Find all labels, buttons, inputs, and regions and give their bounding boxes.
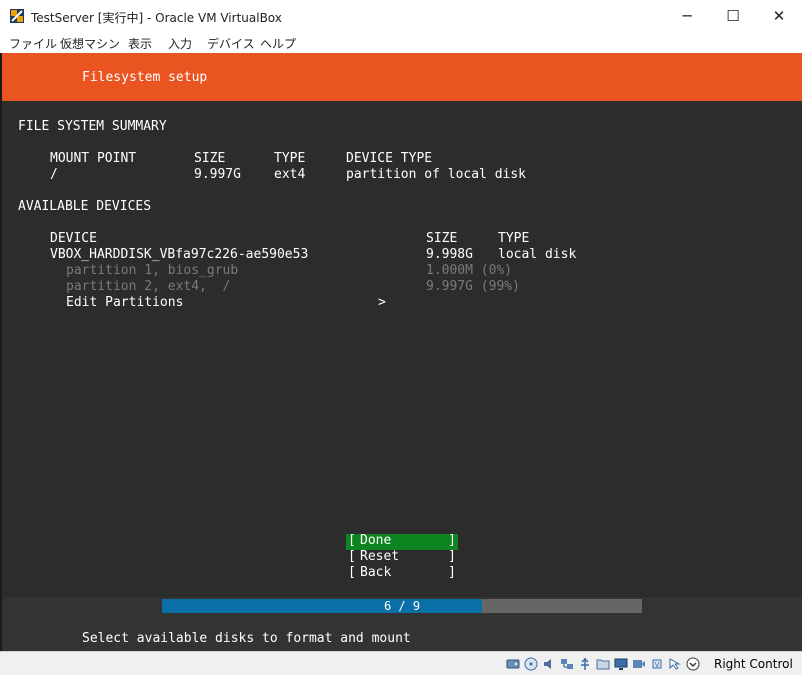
installer-title: Filesystem setup: [82, 70, 208, 85]
summary-device-type: partition of local disk: [346, 167, 527, 182]
recording-icon[interactable]: [632, 657, 646, 671]
device-col-size: SIZE: [426, 231, 458, 246]
back-button[interactable]: [ Back ]: [346, 565, 458, 582]
summary-col-type: TYPE: [274, 151, 306, 166]
edit-partitions[interactable]: Edit Partitions: [66, 295, 183, 310]
installer-hint: Select available disks to format and mou…: [82, 631, 411, 646]
progress-text: 6 / 9: [383, 599, 421, 613]
shared-folders-icon[interactable]: [596, 657, 610, 671]
back-label: Back: [360, 565, 392, 580]
disk-size: 9.998G: [426, 247, 473, 262]
audio-icon[interactable]: [542, 657, 556, 671]
menu-input[interactable]: 入力: [168, 35, 192, 52]
installer-header: Filesystem setup: [2, 53, 802, 101]
usb-icon[interactable]: [578, 657, 592, 671]
mouse-integration-icon[interactable]: [668, 657, 682, 671]
summary-col-size: SIZE: [194, 151, 226, 166]
maximize-button[interactable]: ☐: [710, 0, 756, 32]
menu-devices[interactable]: デバイス: [207, 35, 255, 52]
menu-bar: ファイル 仮想マシン 表示 入力 デバイス ヘルプ: [0, 32, 802, 53]
summary-size: 9.997G: [194, 167, 241, 182]
cpu-icon[interactable]: V: [650, 657, 664, 671]
disk-name[interactable]: VBOX_HARDDISK_VBfa97c226-ae590e53: [50, 247, 308, 262]
device-col-device: DEVICE: [50, 231, 97, 246]
partition-1-name: partition 1, bios_grub: [66, 263, 239, 278]
done-button[interactable]: [ Done ]: [346, 533, 458, 550]
progress-bar: 6 / 9: [162, 599, 642, 613]
edit-partitions-arrow-icon[interactable]: >: [378, 295, 386, 310]
host-key-label[interactable]: Right Control: [714, 657, 793, 671]
menu-help[interactable]: ヘルプ: [260, 35, 296, 52]
optical-drive-icon[interactable]: [524, 657, 538, 671]
window-title: TestServer [実行中] - Oracle VM VirtualBox: [31, 11, 282, 25]
reset-label: Reset: [360, 549, 400, 564]
network-icon[interactable]: [560, 657, 574, 671]
disk-type: local disk: [498, 247, 577, 262]
summary-mount: /: [50, 167, 58, 182]
svg-text:V: V: [655, 661, 660, 669]
summary-col-device-type: DEVICE TYPE: [346, 151, 433, 166]
bracket-right: ]: [448, 533, 456, 548]
partition-2-size: 9.997G (99%): [426, 279, 520, 294]
display-icon[interactable]: [614, 657, 628, 671]
done-label: Done: [360, 533, 392, 548]
hard-disk-icon[interactable]: [506, 657, 520, 671]
bracket-right: ]: [448, 565, 456, 580]
summary-col-mount: MOUNT POINT: [50, 151, 137, 166]
partition-2-name: partition 2, ext4, /: [66, 279, 231, 294]
window-titlebar: TestServer [実行中] - Oracle VM VirtualBox …: [0, 0, 802, 32]
reset-button[interactable]: [ Reset ]: [346, 549, 458, 566]
close-button[interactable]: ✕: [756, 0, 802, 32]
bracket-left: [: [348, 533, 356, 548]
summary-type: ext4: [274, 167, 306, 182]
bracket-left: [: [348, 549, 356, 564]
menu-file[interactable]: ファイル: [9, 35, 57, 52]
minimize-button[interactable]: ─: [664, 0, 710, 32]
menu-machine[interactable]: 仮想マシン: [60, 35, 120, 52]
partition-1-size: 1.000M (0%): [426, 263, 513, 278]
bracket-left: [: [348, 565, 356, 580]
menu-view[interactable]: 表示: [128, 35, 152, 52]
vm-display[interactable]: Filesystem setup FILE SYSTEM SUMMARY MOU…: [2, 53, 802, 651]
device-col-type: TYPE: [498, 231, 530, 246]
virtualbox-icon: [10, 9, 24, 23]
keyboard-icon[interactable]: [686, 657, 700, 671]
status-bar: V Right Control: [0, 651, 802, 675]
available-heading: AVAILABLE DEVICES: [18, 199, 152, 214]
bracket-right: ]: [448, 549, 456, 564]
summary-heading: FILE SYSTEM SUMMARY: [18, 119, 167, 134]
